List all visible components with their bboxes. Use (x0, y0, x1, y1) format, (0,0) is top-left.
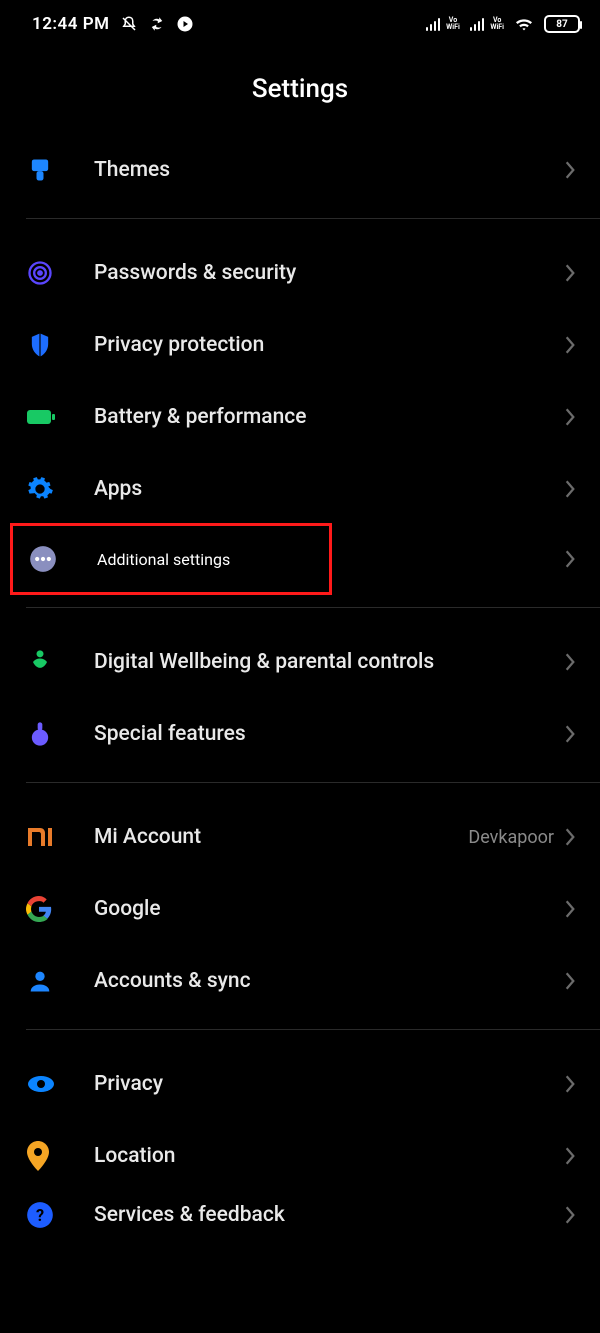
row-location[interactable]: Location (0, 1120, 600, 1192)
row-value: Devkapoor (468, 827, 554, 848)
row-label: Privacy protection (80, 333, 564, 357)
chevron-right-icon (564, 1146, 576, 1166)
row-apps[interactable]: Apps (0, 453, 600, 525)
eye-icon (26, 1073, 80, 1095)
row-label: Privacy (80, 1072, 564, 1096)
google-icon (26, 896, 80, 922)
gear-icon (26, 475, 80, 503)
shield-icon (26, 331, 80, 359)
signal-1-icon (426, 17, 441, 31)
chevron-right-icon (564, 335, 576, 355)
row-label: Services & feedback (80, 1203, 564, 1227)
row-digital-wellbeing[interactable]: Digital Wellbeing & parental controls (0, 626, 600, 698)
flask-icon (26, 720, 80, 748)
vowifi-1-label: VoWiFi (446, 17, 460, 31)
row-label: Themes (80, 158, 564, 182)
row-services-feedback[interactable]: ? Services & feedback (0, 1192, 600, 1238)
group-divider (26, 1029, 600, 1030)
chevron-right-icon (564, 549, 576, 569)
row-label: Apps (80, 477, 564, 501)
battery-pct: 87 (556, 19, 567, 30)
row-label: Additional settings (83, 550, 230, 569)
svg-text:?: ? (36, 1206, 44, 1225)
settings-list: Themes Passwords & security Privacy prot… (0, 134, 600, 1238)
page-title: Settings (0, 48, 600, 134)
group-divider (26, 782, 600, 783)
row-label: Digital Wellbeing & parental controls (80, 650, 564, 674)
chevron-right-icon (564, 971, 576, 991)
more-icon (29, 545, 83, 573)
row-label: Mi Account (80, 825, 468, 849)
row-additional-settings[interactable]: Additional settings (0, 523, 600, 595)
chevron-right-icon (564, 160, 576, 180)
fingerprint-icon (26, 259, 80, 287)
row-label: Battery & performance (80, 405, 564, 429)
sync-icon (148, 15, 166, 33)
battery-icon: 87 (544, 15, 580, 33)
status-time: 12:44 PM (32, 14, 110, 34)
person-icon (26, 967, 80, 995)
chevron-right-icon (564, 1205, 576, 1225)
mute-icon (120, 15, 138, 33)
chevron-right-icon (564, 263, 576, 283)
chevron-right-icon (564, 479, 576, 499)
wellbeing-icon (26, 648, 80, 676)
chevron-right-icon (564, 899, 576, 919)
help-icon: ? (26, 1201, 80, 1229)
row-accounts-sync[interactable]: Accounts & sync (0, 945, 600, 1017)
chevron-right-icon (564, 407, 576, 427)
row-special-features[interactable]: Special features (0, 698, 600, 770)
row-passwords-security[interactable]: Passwords & security (0, 237, 600, 309)
status-bar: 12:44 PM VoWiFi VoWiFi 87 (0, 0, 600, 48)
row-mi-account[interactable]: Mi Account Devkapoor (0, 801, 600, 873)
chevron-right-icon (564, 1074, 576, 1094)
group-divider (26, 607, 600, 608)
row-themes[interactable]: Themes (0, 134, 600, 206)
row-google[interactable]: Google (0, 873, 600, 945)
themes-icon (26, 156, 80, 184)
chevron-right-icon (564, 724, 576, 744)
highlight-callout: Additional settings (10, 523, 332, 595)
row-battery-performance[interactable]: Battery & performance (0, 381, 600, 453)
signal-2-icon (470, 17, 485, 31)
row-label: Passwords & security (80, 261, 564, 285)
row-privacy[interactable]: Privacy (0, 1048, 600, 1120)
row-label: Location (80, 1144, 564, 1168)
play-icon (176, 15, 194, 33)
row-label: Google (80, 897, 564, 921)
row-privacy-protection[interactable]: Privacy protection (0, 309, 600, 381)
mi-logo-icon (26, 826, 80, 848)
row-label: Accounts & sync (80, 969, 564, 993)
location-pin-icon (26, 1141, 80, 1171)
vowifi-2-label: VoWiFi (490, 17, 504, 31)
row-label: Special features (80, 722, 564, 746)
chevron-right-icon (564, 652, 576, 672)
chevron-right-icon (564, 827, 576, 847)
battery-icon (26, 406, 80, 428)
wifi-icon (514, 16, 534, 32)
group-divider (26, 218, 600, 219)
